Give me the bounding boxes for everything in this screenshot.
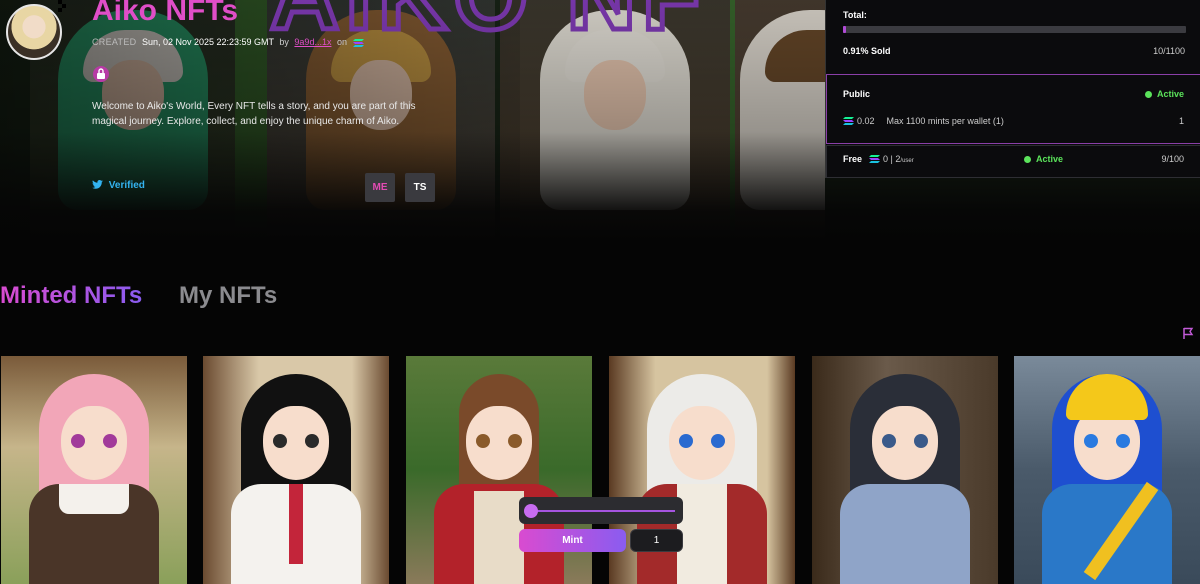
collection-title: Aiko NFTs xyxy=(92,0,239,27)
public-phase-price: 0.02 Max 1100 mints per wallet (1) xyxy=(843,116,1004,126)
public-price-value: 0.02 xyxy=(857,116,875,126)
status-dot-icon xyxy=(1024,156,1031,163)
creator-address-link[interactable]: 9a9d...1x xyxy=(294,37,331,47)
total-progress-fill xyxy=(843,26,846,33)
slider-thumb[interactable] xyxy=(524,504,538,518)
public-phase-card[interactable]: Public Active 0.02 Max 1100 mints per wal… xyxy=(826,74,1200,144)
solana-icon xyxy=(869,155,880,163)
nft-card[interactable] xyxy=(1014,356,1200,584)
collection-description: Welcome to Aiko's World, Every NFT tells… xyxy=(92,101,416,127)
tensor-button[interactable]: TS xyxy=(405,173,435,202)
free-phase-card[interactable]: Free 0 | 2/user Active 9/100 xyxy=(826,145,1200,178)
free-per-user-suffix: /user xyxy=(900,158,914,164)
public-minted-count: 1 xyxy=(1178,116,1184,126)
mint-button[interactable]: Mint xyxy=(519,529,626,552)
sold-count: 10/1100 xyxy=(1153,46,1185,56)
public-status-label: Active xyxy=(1156,89,1184,99)
twitter-icon xyxy=(92,180,103,189)
app-root: { "collection": { "title": "Aiko NFTs", … xyxy=(0,0,1200,584)
free-phase-status: Active xyxy=(1024,154,1063,164)
created-date: Sun, 02 Nov 2025 22:23:59 GMT xyxy=(141,37,274,47)
public-phase-name: Public xyxy=(843,89,871,99)
magic-eden-button[interactable]: ME xyxy=(365,173,395,202)
collection-avatar xyxy=(6,4,62,60)
free-status-label: Active xyxy=(1036,154,1064,164)
free-phase-name: Free xyxy=(843,154,863,164)
tab-my-nfts[interactable]: My NFTs xyxy=(179,282,277,310)
free-price-value: 0 xyxy=(883,154,889,164)
solana-icon xyxy=(843,117,854,125)
total-label: Total: xyxy=(843,10,867,20)
nft-card[interactable] xyxy=(812,356,998,584)
created-label: CREATED xyxy=(92,37,137,47)
by-label: by xyxy=(279,37,289,47)
public-phase-status: Active xyxy=(1144,89,1184,99)
tab-minted-nfts[interactable]: Minted NFTs xyxy=(0,282,142,310)
solana-icon xyxy=(352,38,364,47)
on-label: on xyxy=(336,37,347,47)
created-info: CREATED Sun, 02 Nov 2025 22:23:59 GMT by… xyxy=(92,37,364,47)
mint-quantity-field[interactable]: 1 xyxy=(630,529,683,552)
slider-track xyxy=(531,510,675,512)
public-max-per-wallet: Max 1100 mints per wallet (1) xyxy=(886,116,1004,126)
free-separator: | xyxy=(890,154,893,164)
avatar-pixel-decoration xyxy=(58,0,68,12)
total-progress-bar xyxy=(843,26,1186,33)
sold-percent: 0.91% Sold xyxy=(843,46,891,56)
magic-eden-label: ME xyxy=(372,182,388,193)
verified-badge[interactable]: Verified xyxy=(92,180,145,191)
free-phase-meta: 0 | 2/user xyxy=(869,154,914,164)
lock-icon xyxy=(93,66,109,82)
mint-phases-panel: Total: 0.91% Sold 10/1100 Public Active … xyxy=(825,0,1200,178)
nft-card[interactable] xyxy=(1,356,187,584)
report-flag-icon[interactable] xyxy=(1182,327,1195,340)
free-phase-count: 9/100 xyxy=(1161,154,1184,164)
nft-card[interactable] xyxy=(203,356,389,584)
tensor-label: TS xyxy=(413,182,427,193)
status-dot-icon xyxy=(1144,91,1152,98)
total-progress-section: Total: 0.91% Sold 10/1100 xyxy=(826,0,1200,73)
mint-quantity-slider[interactable] xyxy=(519,497,683,524)
verified-label: Verified xyxy=(108,180,145,191)
